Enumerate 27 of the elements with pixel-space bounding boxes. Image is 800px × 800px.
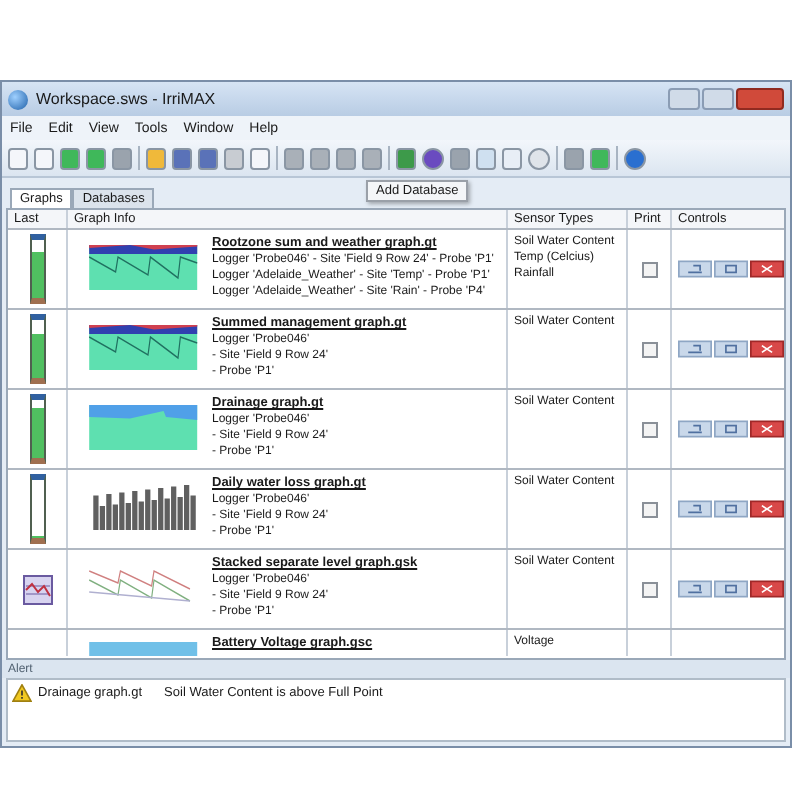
delete-button[interactable] xyxy=(750,580,784,598)
delete-button[interactable] xyxy=(750,340,784,358)
warning-icon xyxy=(12,684,32,702)
view-button[interactable] xyxy=(714,500,748,518)
window-title: Workspace.sws - IrriMAX xyxy=(36,90,218,108)
print-checkbox[interactable] xyxy=(641,261,657,277)
maximize-button[interactable] xyxy=(702,88,734,110)
edit-button[interactable] xyxy=(678,500,712,518)
print-checkbox[interactable] xyxy=(641,581,657,597)
edit-button[interactable] xyxy=(678,580,712,598)
edit-button[interactable] xyxy=(678,260,712,278)
view-button[interactable] xyxy=(714,340,748,358)
edit-button[interactable] xyxy=(678,420,712,438)
view-button[interactable] xyxy=(714,580,748,598)
delete-button[interactable] xyxy=(750,420,784,438)
print-checkbox[interactable] xyxy=(641,341,657,357)
minimize-button[interactable] xyxy=(668,88,700,110)
graph-icon xyxy=(21,573,53,605)
view-button[interactable] xyxy=(714,260,748,278)
print-checkbox[interactable] xyxy=(641,421,657,437)
delete-button[interactable] xyxy=(750,500,784,518)
print-checkbox[interactable] xyxy=(641,501,657,517)
view-button[interactable] xyxy=(714,420,748,438)
close-button[interactable] xyxy=(736,88,784,110)
edit-button[interactable] xyxy=(678,340,712,358)
delete-button[interactable] xyxy=(750,260,784,278)
app-icon xyxy=(8,89,28,109)
